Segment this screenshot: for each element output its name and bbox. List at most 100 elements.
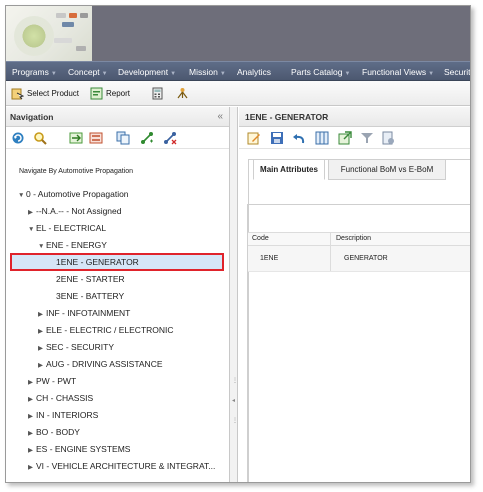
expand-all-icon[interactable] — [69, 131, 83, 145]
copy-icon[interactable] — [116, 131, 130, 145]
navigation-panel: Navigation « Navigate By Automotive Prop… — [6, 107, 230, 482]
application-window: Programs ▼ Concept ▼ Development ▼ Mission ▼… — [5, 5, 471, 483]
navigation-title: Navigation — [10, 112, 54, 122]
column-header-description[interactable]: Description — [336, 235, 371, 242]
tree-item-label: 2ENE - STARTER — [56, 274, 125, 284]
select-product-button[interactable]: Select Product — [11, 86, 79, 101]
collapsed-arrow-icon[interactable]: ▶ — [38, 324, 46, 339]
table-row[interactable]: 1ENE GENERATOR — [248, 246, 470, 272]
collapse-all-icon[interactable] — [89, 131, 103, 145]
tree-item[interactable]: ▶ ELE - ELECTRIC / ELECTRONIC — [38, 323, 174, 338]
chevron-down-icon: ▼ — [101, 71, 108, 77]
chevron-down-icon: ▼ — [344, 71, 351, 77]
select-product-label: Select Product — [27, 89, 80, 98]
tree-item[interactable]: ▶ INF - INFOTAINMENT — [38, 306, 130, 321]
menu-functional-views[interactable]: Functional Views ▼ — [362, 67, 434, 77]
detail-title: 1ENE - GENERATOR — [245, 112, 329, 122]
tree-item[interactable]: ▼ EL - ELECTRICAL — [28, 221, 106, 236]
detail-header: 1ENE - GENERATOR — [239, 107, 470, 127]
report-icon — [90, 87, 103, 100]
tree-item[interactable]: ▼ ENE - ENERGY — [38, 238, 107, 253]
tree-item-label: 1ENE - GENERATOR — [56, 257, 139, 267]
detail-panel: 1ENE - GENERATOR Main Attributes Functio… — [239, 107, 470, 482]
link-add-icon[interactable] — [140, 131, 154, 145]
collapse-left-icon[interactable]: « — [217, 111, 223, 122]
tree-item[interactable]: ▶ BO - BODY — [28, 425, 80, 440]
search-icon[interactable] — [33, 131, 47, 145]
collapsed-arrow-icon[interactable]: ▶ — [28, 443, 36, 458]
grip-icon: ⋮ — [232, 378, 238, 384]
tree-item[interactable]: ▶ IN - INTERIORS — [28, 408, 98, 423]
grip-icon: ⋮ — [232, 418, 238, 424]
save-icon[interactable] — [270, 131, 284, 145]
undo-icon[interactable] — [292, 131, 306, 145]
panel-splitter[interactable]: ⋮ ◂ ⋮ — [230, 107, 238, 482]
link-remove-icon[interactable] — [163, 131, 177, 145]
tree-item-label: BO - BODY — [36, 427, 80, 437]
menu-programs[interactable]: Programs ▼ — [12, 67, 57, 77]
tree-item[interactable]: ▶ PW - PWT — [28, 374, 76, 389]
detail-toolbar — [239, 127, 470, 149]
collapsed-arrow-icon[interactable]: ▶ — [28, 392, 36, 407]
tree-item-label: CH - CHASSIS — [36, 393, 94, 403]
column-header-code[interactable]: Code — [252, 235, 269, 242]
tree-item-label: PW - PWT — [36, 376, 77, 386]
collapsed-arrow-icon[interactable]: ▶ — [28, 375, 36, 390]
tree-item[interactable]: ▶ CH - CHASSIS — [28, 391, 93, 406]
menu-analytics[interactable]: Analytics — [237, 67, 271, 77]
collapsed-arrow-icon[interactable]: ▶ — [28, 460, 36, 475]
tree-item-label: IN - INTERIORS — [36, 410, 99, 420]
filter-icon[interactable] — [360, 131, 374, 145]
expanded-arrow-icon[interactable]: ▼ — [18, 188, 26, 203]
tree-item-label: ENE - ENERGY — [46, 240, 107, 250]
menu-development[interactable]: Development ▼ — [118, 67, 176, 77]
header-banner — [6, 6, 470, 61]
structure-icon[interactable] — [176, 87, 189, 100]
document-settings-icon[interactable] — [381, 131, 395, 145]
chevron-down-icon: ▼ — [219, 71, 226, 77]
tab-main-attributes[interactable]: Main Attributes — [253, 159, 325, 180]
tree-item[interactable]: ▼ 0 - Automotive Propagation — [18, 187, 129, 202]
edit-icon[interactable] — [247, 131, 261, 145]
collapsed-arrow-icon[interactable]: ▶ — [38, 307, 46, 322]
menu-parts-catalog[interactable]: Parts Catalog ▼ — [291, 67, 350, 77]
collapsed-arrow-icon[interactable]: ▶ — [38, 341, 46, 356]
menu-security[interactable]: Securit — [444, 67, 470, 77]
collapsed-arrow-icon[interactable]: ▶ — [38, 358, 46, 373]
tree-item-label: 3ENE - BATTERY — [56, 291, 125, 301]
tree-item-label: VI - VEHICLE ARCHITECTURE & INTEGRAT... — [36, 461, 216, 471]
report-button[interactable]: Report — [90, 86, 130, 101]
chevron-down-icon: ▼ — [50, 71, 57, 77]
tree-item-label: 0 - Automotive Propagation — [26, 189, 129, 199]
tree-item[interactable]: ▶ AUG - DRIVING ASSISTANCE — [38, 357, 163, 372]
select-product-icon — [11, 88, 24, 100]
tree-item-label: INF - INFOTAINMENT — [46, 308, 131, 318]
tree-item[interactable]: ▶ ES - ENGINE SYSTEMS — [28, 442, 130, 457]
collapsed-arrow-icon[interactable]: ▶ — [28, 205, 36, 220]
collapsed-arrow-icon[interactable]: ▶ — [28, 426, 36, 441]
tree-item[interactable]: ▶ --N.A.-- - Not Assigned — [28, 204, 122, 219]
expanded-arrow-icon[interactable]: ▼ — [38, 239, 46, 254]
tab-functional-bom[interactable]: Functional BoM vs E-BoM — [328, 159, 446, 180]
tree-item-selected[interactable]: 1ENE - GENERATOR — [56, 255, 139, 270]
chevron-down-icon: ▼ — [428, 71, 435, 77]
tree-item[interactable]: ▶ SEC - SECURITY — [38, 340, 114, 355]
tree-item-label: EL - ELECTRICAL — [36, 223, 107, 233]
menu-mission[interactable]: Mission ▼ — [189, 67, 226, 77]
menu-concept[interactable]: Concept ▼ — [68, 67, 108, 77]
collapsed-arrow-icon[interactable]: ▶ — [28, 409, 36, 424]
collapse-arrow-icon[interactable]: ◂ — [232, 397, 235, 404]
calculator-icon[interactable] — [151, 87, 164, 100]
columns-icon[interactable] — [315, 131, 329, 145]
tree-item[interactable]: 2ENE - STARTER — [56, 272, 125, 287]
grid-header: Code Description — [248, 232, 470, 246]
expanded-arrow-icon[interactable]: ▼ — [28, 222, 36, 237]
main-menu-bar: Programs ▼ Concept ▼ Development ▼ Mission ▼… — [6, 61, 470, 81]
export-icon[interactable] — [338, 131, 352, 145]
main-toolbar: Select Product Report — [6, 81, 470, 106]
cell-description: GENERATOR — [344, 255, 388, 262]
refresh-icon[interactable] — [11, 131, 25, 145]
tree-item[interactable]: 3ENE - BATTERY — [56, 289, 124, 304]
navigation-toolbar — [6, 127, 229, 149]
tree-item[interactable]: ▶ VI - VEHICLE ARCHITECTURE & INTEGRAT... — [28, 459, 215, 474]
